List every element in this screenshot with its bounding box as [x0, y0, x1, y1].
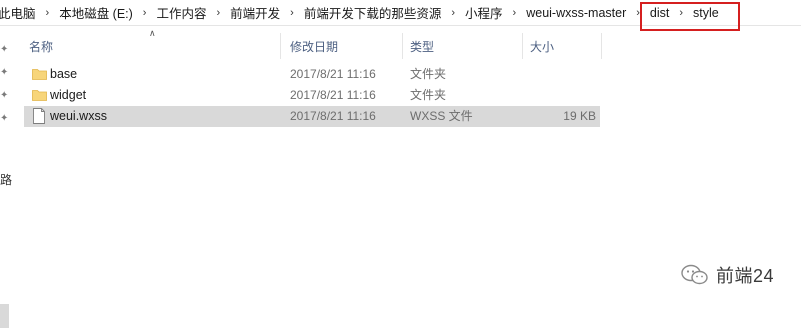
breadcrumb-label: 前端开发下载的那些资源 — [303, 7, 442, 21]
wechat-icon — [681, 264, 708, 285]
chevron-right-icon[interactable]: › — [286, 7, 298, 19]
breadcrumb-label: 小程序 — [465, 7, 503, 21]
chevron-right-icon[interactable]: › — [139, 7, 151, 19]
watermark-text: 前端24 — [716, 266, 775, 286]
file-name: weui.wxss — [50, 109, 107, 123]
breadcrumb-frontend-resources[interactable]: 前端开发下载的那些资源 › — [298, 0, 459, 25]
breadcrumb-drive-e[interactable]: 本地磁盘 (E:) › — [53, 0, 150, 25]
pin-icon: ✦ — [0, 113, 9, 124]
column-header-modified[interactable]: 修改日期 — [290, 33, 338, 59]
file-row[interactable]: widget 2017/8/21 11:16 文件夹 — [24, 85, 600, 106]
column-header-size[interactable]: 大小 — [530, 33, 554, 59]
column-divider[interactable] — [522, 33, 523, 59]
file-size: 19 KB — [563, 109, 596, 123]
file-type: 文件夹 — [410, 67, 447, 81]
sort-ascending-icon: ∧ — [149, 28, 156, 38]
breadcrumb-frontend[interactable]: 前端开发 › — [224, 0, 298, 25]
breadcrumb-work[interactable]: 工作内容 › — [150, 0, 224, 25]
address-bar[interactable]: 此电脑 › 本地磁盘 (E:) › 工作内容 › 前端开发 › 前端开发下载的那… — [0, 0, 801, 26]
file-modified: 2017/8/21 11:16 — [290, 67, 376, 81]
chevron-right-icon[interactable]: › — [509, 7, 521, 19]
scrollbar-thumb[interactable] — [0, 304, 9, 328]
breadcrumb-label: style — [693, 5, 719, 20]
chevron-right-icon[interactable]: › — [212, 7, 224, 19]
breadcrumb-dist[interactable]: dist › — [644, 0, 687, 25]
breadcrumb-weui-master[interactable]: weui-wxss-master › — [520, 0, 644, 25]
chevron-right-icon[interactable]: › — [447, 7, 459, 19]
breadcrumb-label: 本地磁盘 (E:) — [59, 7, 133, 21]
breadcrumb-label: weui-wxss-master — [526, 5, 627, 20]
pin-icon: ✦ — [0, 44, 9, 55]
file-name: widget — [50, 88, 87, 102]
file-modified: 2017/8/21 11:16 — [290, 88, 376, 102]
folder-icon — [32, 90, 47, 101]
file-row-selected[interactable]: weui.wxss 2017/8/21 11:16 WXSS 文件 19 KB — [24, 106, 600, 127]
column-divider[interactable] — [601, 33, 602, 59]
chevron-right-icon[interactable]: › — [675, 7, 687, 19]
navigation-pane[interactable]: ✦ ✦ ✦ ✦ 路 — [0, 26, 12, 328]
file-name: base — [50, 67, 78, 81]
nav-item-partial[interactable]: 路 — [0, 171, 12, 188]
pin-icon: ✦ — [0, 90, 9, 101]
file-type: 文件夹 — [410, 88, 447, 102]
breadcrumb-label: 此电脑 — [0, 7, 36, 21]
column-divider[interactable] — [402, 33, 403, 59]
column-header-name[interactable]: 名称 — [29, 33, 53, 59]
file-row[interactable]: base 2017/8/21 11:16 文件夹 — [24, 64, 600, 85]
breadcrumb-miniprogram[interactable]: 小程序 › — [459, 0, 520, 25]
breadcrumb-label: dist — [649, 5, 670, 20]
breadcrumb-label: 前端开发 — [230, 7, 281, 21]
watermark: 前端24 — [680, 262, 774, 288]
chevron-right-icon[interactable]: › — [42, 7, 54, 19]
file-icon — [33, 108, 45, 124]
file-modified: 2017/8/21 11:16 — [290, 109, 376, 123]
chevron-right-icon[interactable]: › — [632, 7, 644, 19]
pin-icon: ✦ — [0, 67, 9, 78]
breadcrumb-style[interactable]: style — [687, 0, 725, 25]
breadcrumb-label: 工作内容 — [156, 7, 207, 21]
folder-icon — [32, 69, 47, 80]
column-header-type[interactable]: 类型 — [410, 33, 434, 59]
file-type: WXSS 文件 — [410, 109, 473, 123]
column-divider[interactable] — [280, 33, 281, 59]
breadcrumb-this-pc[interactable]: 此电脑 › — [0, 0, 53, 25]
